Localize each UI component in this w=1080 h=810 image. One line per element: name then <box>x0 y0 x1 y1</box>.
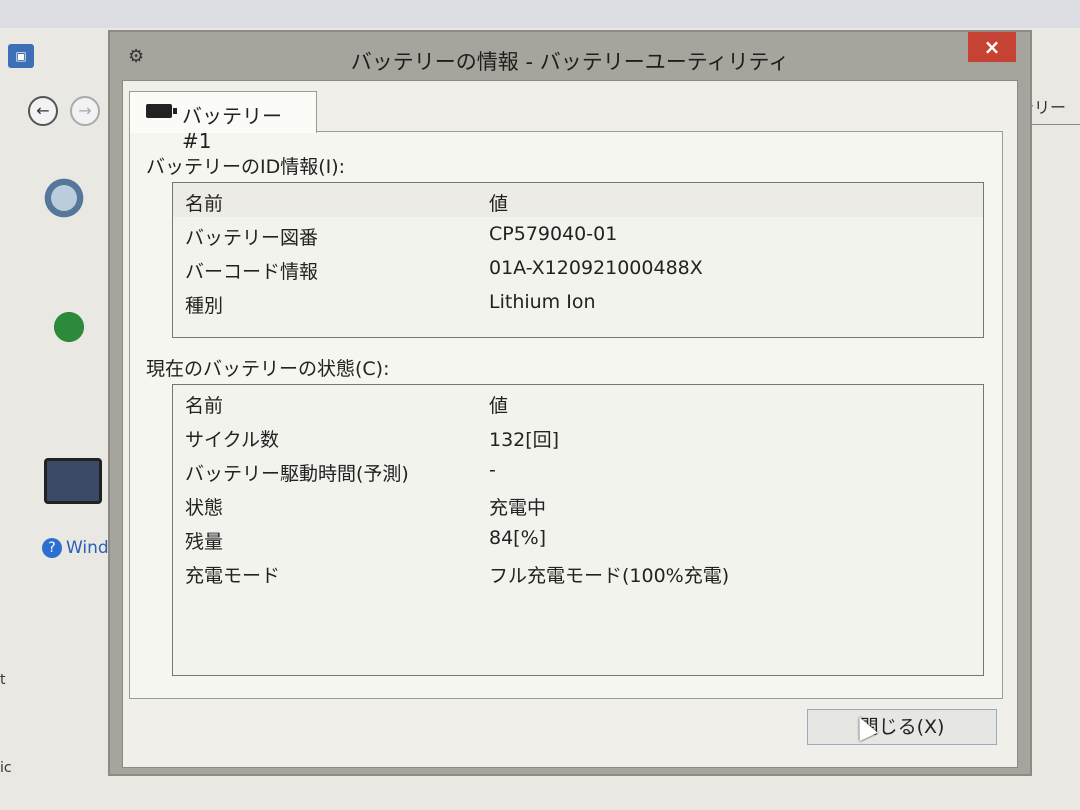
status-section-label: 現在のバッテリーの状態(C): <box>146 358 390 380</box>
column-header-value: 値 <box>489 395 509 417</box>
list-item[interactable]: バッテリー駆動時間(予測) - <box>173 453 983 487</box>
item-name: バッテリー駆動時間(予測) <box>185 463 409 485</box>
dialog-title: バッテリーの情報 - バッテリーユーティリティ <box>350 50 790 74</box>
battery-icon <box>146 104 177 118</box>
item-name: 残量 <box>185 531 224 553</box>
item-name: 充電モード <box>185 565 281 587</box>
navigation-buttons: ← → <box>22 94 112 130</box>
list-item[interactable]: 種別 Lithium Ion <box>173 285 983 319</box>
item-value: 01A-X120921000488X <box>489 257 703 279</box>
column-header-value: 値 <box>489 193 509 215</box>
dialog-client-area: バッテリー #1 バッテリーのID情報(I): 名前 値 バッテリー図番 CP5… <box>122 80 1018 768</box>
help-link[interactable]: ? Wind <box>42 538 109 558</box>
item-value: 84[%] <box>489 527 547 549</box>
battery-info-dialog: ⚙ バッテリーの情報 - バッテリーユーティリティ × バッテリー #1 バッテ… <box>108 30 1032 776</box>
left-edge-text: ic <box>0 760 12 776</box>
item-name: サイクル数 <box>185 429 280 451</box>
item-value: 132[回] <box>489 429 560 451</box>
list-item[interactable]: 状態 充電中 <box>173 487 983 521</box>
list-header: 名前 値 <box>173 385 983 419</box>
laptop-icon[interactable] <box>44 458 102 504</box>
dialog-title-bar[interactable]: ⚙ バッテリーの情報 - バッテリーユーティリティ × <box>110 32 1030 82</box>
item-value: 充電中 <box>489 497 547 519</box>
background-top-strip <box>0 0 1080 28</box>
item-name: 状態 <box>185 497 224 519</box>
list-item[interactable]: 残量 84[%] <box>173 521 983 555</box>
left-edge-text: t <box>0 672 6 688</box>
list-header: 名前 値 <box>173 183 983 217</box>
close-button[interactable]: 閉じる(X) <box>807 709 997 745</box>
close-icon[interactable]: × <box>968 32 1016 62</box>
item-value: - <box>489 459 496 481</box>
battery-search-icon[interactable] <box>44 178 94 228</box>
list-item[interactable]: バーコード情報 01A-X120921000488X <box>173 251 983 285</box>
item-name: バーコード情報 <box>185 261 319 283</box>
list-item[interactable]: 充電モード フル充電モード(100%充電) <box>173 555 983 589</box>
list-item[interactable]: サイクル数 132[回] <box>173 419 983 453</box>
id-section-label: バッテリーのID情報(I): <box>146 156 346 178</box>
tab-panel: バッテリーのID情報(I): 名前 値 バッテリー図番 CP579040-01 … <box>129 131 1003 699</box>
back-arrow-icon[interactable]: ← <box>28 96 58 126</box>
app-icon: ▣ <box>8 44 34 68</box>
help-link-text[interactable]: Wind <box>66 538 109 558</box>
tab-label: バッテリー #1 <box>182 104 282 153</box>
battery-charge-icon[interactable] <box>44 302 94 352</box>
forward-arrow-icon[interactable]: → <box>70 96 100 126</box>
help-icon: ? <box>42 538 62 558</box>
column-header-name: 名前 <box>185 193 224 215</box>
item-name: バッテリー図番 <box>185 227 319 249</box>
list-item[interactable]: バッテリー図番 CP579040-01 <box>173 217 983 251</box>
id-info-list[interactable]: 名前 値 バッテリー図番 CP579040-01 バーコード情報 01A-X12… <box>172 182 984 338</box>
item-value: Lithium Ion <box>489 291 596 313</box>
status-list[interactable]: 名前 値 サイクル数 132[回] バッテリー駆動時間(予測) - 状態 充電中… <box>172 384 984 676</box>
tab-battery-1[interactable]: バッテリー #1 <box>129 91 317 153</box>
item-name: 種別 <box>185 295 224 317</box>
column-header-name: 名前 <box>185 395 224 417</box>
item-value: フル充電モード(100%充電) <box>489 565 730 587</box>
item-value: CP579040-01 <box>489 223 618 245</box>
